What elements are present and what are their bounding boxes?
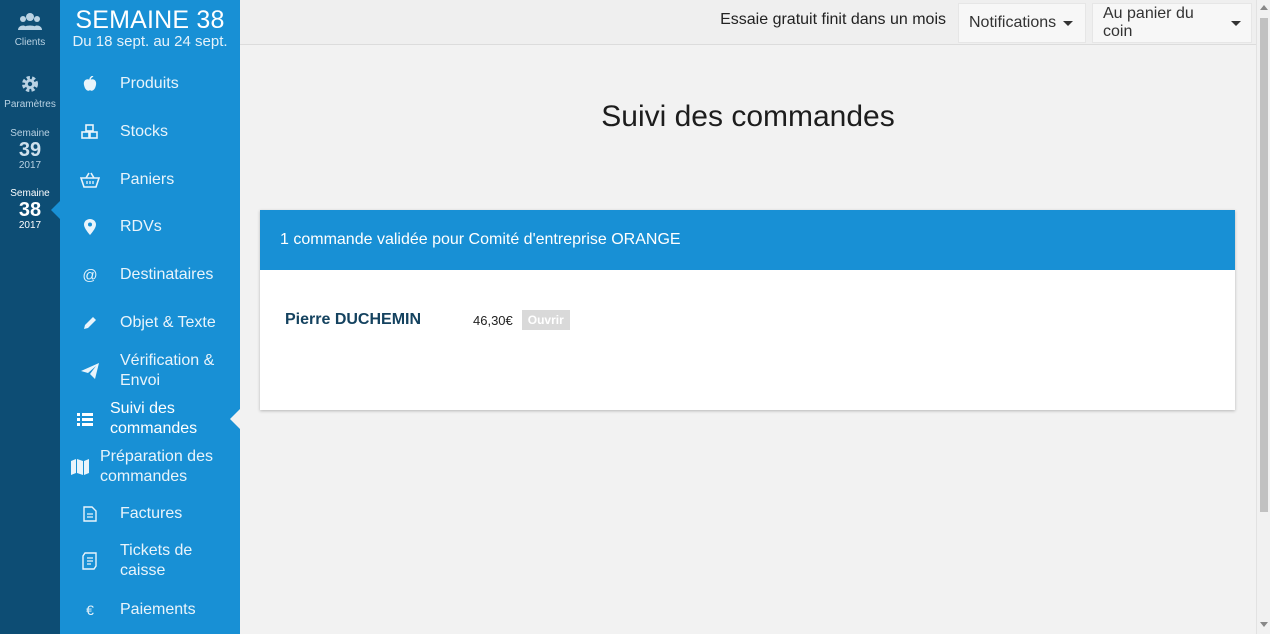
week-year: 2017 (18, 160, 42, 171)
orders-card-header: 1 commande validée pour Comité d'entrepr… (260, 210, 1235, 270)
sidebar-item-factures[interactable]: Factures (60, 502, 240, 526)
rail-parameters[interactable]: Paramètres (0, 74, 60, 111)
users-icon (18, 12, 42, 37)
pencil-icon (60, 315, 120, 331)
sidebar-item-verification-envoi[interactable]: Vérification & Envoi (60, 350, 240, 392)
map-marker-icon (60, 219, 120, 235)
week-range: Du 18 sept. au 24 sept. (72, 33, 228, 50)
list-icon (60, 412, 110, 426)
gear-icon (20, 74, 40, 99)
notifications-dropdown[interactable]: Notifications (958, 3, 1086, 43)
caret-down-icon (1231, 20, 1241, 26)
week-number: 39 (18, 139, 42, 161)
sidebar-item-label: Factures (120, 505, 183, 522)
sidebar-item-label: RDVs (120, 218, 162, 235)
order-row: Pierre DUCHEMIN 46,30€ Ouvrir (285, 310, 570, 330)
map-icon (60, 459, 100, 475)
scroll-down-arrow-icon[interactable] (1260, 622, 1268, 627)
scroll-up-arrow-icon[interactable] (1260, 5, 1268, 10)
order-amount: 46,30€ (473, 312, 513, 328)
open-order-button[interactable]: Ouvrir (521, 310, 570, 330)
shop-dropdown[interactable]: Au panier du coin (1092, 3, 1252, 43)
sidebar-item-tickets-caisse[interactable]: Tickets de caisse (60, 540, 240, 582)
week-year: 2017 (18, 220, 42, 231)
app-rail: Clients Paramètres Semaine 39 2017 Semai… (0, 0, 61, 634)
sidebar-item-label: Paiements (120, 601, 196, 618)
sidebar-item-preparation-commandes[interactable]: Préparation des commandes (60, 446, 240, 488)
file-icon (60, 506, 120, 522)
trial-notice: Essaie gratuit finit dans un mois (720, 11, 946, 28)
shop-label: Au panier du coin (1103, 5, 1194, 40)
sidebar-item-label: Objet & Texte (120, 314, 216, 331)
cubes-icon (60, 124, 120, 140)
rail-parameters-label: Paramètres (4, 99, 56, 110)
sidebar-item-suivi-commandes[interactable]: Suivi des commandes (60, 398, 240, 440)
week-title: SEMAINE 38 (75, 6, 225, 34)
rail-clients[interactable]: Clients (0, 12, 60, 49)
receipt-icon (60, 552, 120, 570)
rail-week-39[interactable]: Semaine 39 2017 (0, 128, 60, 172)
orders-summary: 1 commande validée pour Comité d'entrepr… (280, 231, 681, 248)
sidebar-item-paiements[interactable]: € Paiements (60, 598, 240, 622)
week-number: 38 (18, 199, 42, 221)
sidebar: SEMAINE 38 Du 18 sept. au 24 sept. Produ… (60, 0, 240, 634)
at-icon: @ (82, 266, 98, 284)
apple-icon (60, 76, 120, 92)
sidebar-item-label: Destinataires (120, 266, 214, 283)
euro-icon: € (86, 602, 94, 618)
sidebar-item-label: Tickets de caisse (120, 542, 193, 579)
sidebar-item-produits[interactable]: Produits (60, 72, 240, 96)
page-scrollbar[interactable] (1256, 0, 1270, 634)
rail-clients-label: Clients (14, 37, 46, 48)
sidebar-item-paniers[interactable]: Paniers (60, 168, 240, 192)
sidebar-item-label: Préparation des commandes (100, 448, 213, 485)
sidebar-item-label: Paniers (120, 171, 175, 188)
customer-name[interactable]: Pierre DUCHEMIN (285, 311, 473, 329)
top-bar: Essaie gratuit finit dans un mois Notifi… (240, 0, 1256, 45)
basket-icon (60, 172, 120, 188)
sidebar-item-destinataires[interactable]: @ Destinataires (60, 263, 240, 287)
paper-plane-icon (60, 363, 120, 379)
scroll-thumb[interactable] (1260, 18, 1268, 512)
sidebar-item-label: Suivi des commandes (110, 400, 198, 437)
sidebar-item-label: Vérification & Envoi (120, 352, 215, 389)
page-title: Suivi des commandes (601, 100, 895, 133)
sidebar-item-rdvs[interactable]: RDVs (60, 215, 240, 239)
notifications-label: Notifications (969, 14, 1057, 31)
orders-card: 1 commande validée pour Comité d'entrepr… (260, 210, 1235, 410)
sidebar-item-objet-texte[interactable]: Objet & Texte (60, 311, 240, 335)
sidebar-item-stocks[interactable]: Stocks (60, 120, 240, 144)
sidebar-item-label: Produits (120, 75, 179, 92)
week-header: SEMAINE 38 Du 18 sept. au 24 sept. (60, 0, 240, 60)
caret-down-icon (1063, 20, 1074, 26)
sidebar-item-label: Stocks (120, 123, 169, 140)
